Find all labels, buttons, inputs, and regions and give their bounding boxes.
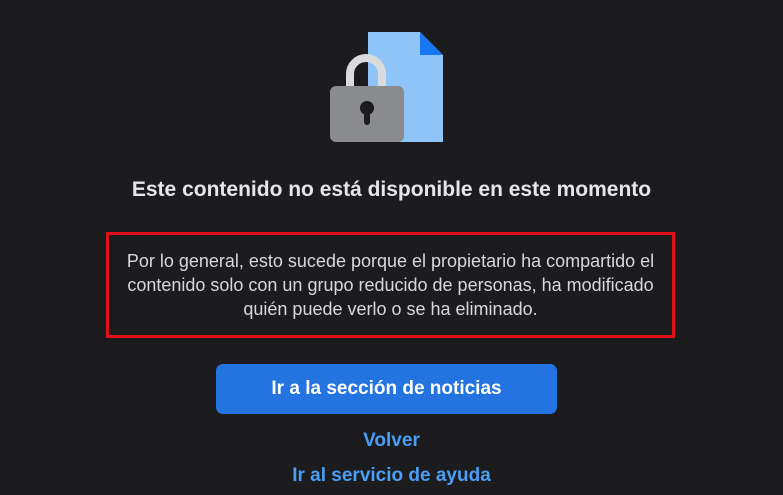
highlighted-message-box: Por lo general, esto sucede porque el pr… (106, 232, 675, 338)
content-unavailable-page: Este contenido no está disponible en est… (0, 0, 783, 495)
unavailable-message: Por lo general, esto sucede porque el pr… (126, 251, 655, 319)
help-center-link[interactable]: Ir al servicio de ayuda (186, 465, 597, 487)
lock-document-icon (328, 30, 446, 146)
go-to-news-feed-button[interactable]: Ir a la sección de noticias (216, 364, 557, 414)
back-link[interactable]: Volver (186, 430, 597, 452)
page-title: Este contenido no está disponible en est… (131, 178, 652, 201)
